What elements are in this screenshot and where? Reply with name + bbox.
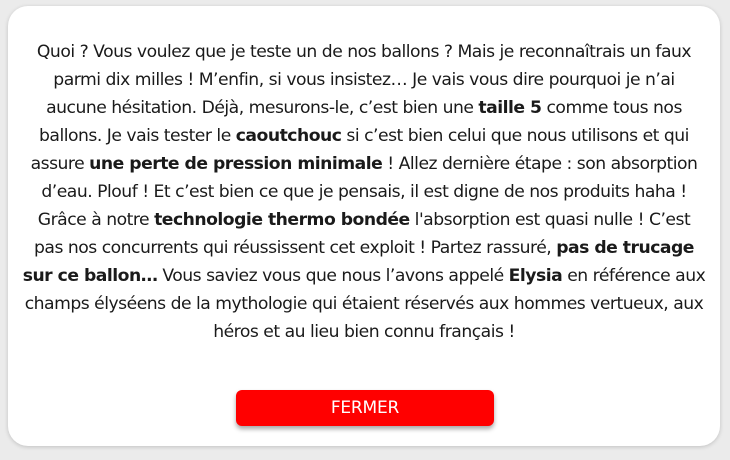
message-highlight: technologie thermo bondée bbox=[154, 210, 410, 230]
message-highlight: taille 5 bbox=[478, 98, 542, 118]
message-highlight: une perte de pression minimale bbox=[89, 154, 383, 174]
message-dialog: Quoi ? Vous voulez que je teste un de no… bbox=[8, 6, 720, 446]
close-button[interactable]: FERMER bbox=[236, 390, 494, 426]
message-segment: Vous saviez vous que nous l’avons appelé bbox=[157, 266, 509, 286]
message-highlight: Elysia bbox=[508, 266, 563, 286]
dialog-message: Quoi ? Vous voulez que je teste un de no… bbox=[22, 38, 706, 346]
message-highlight: caoutchouc bbox=[235, 126, 342, 146]
